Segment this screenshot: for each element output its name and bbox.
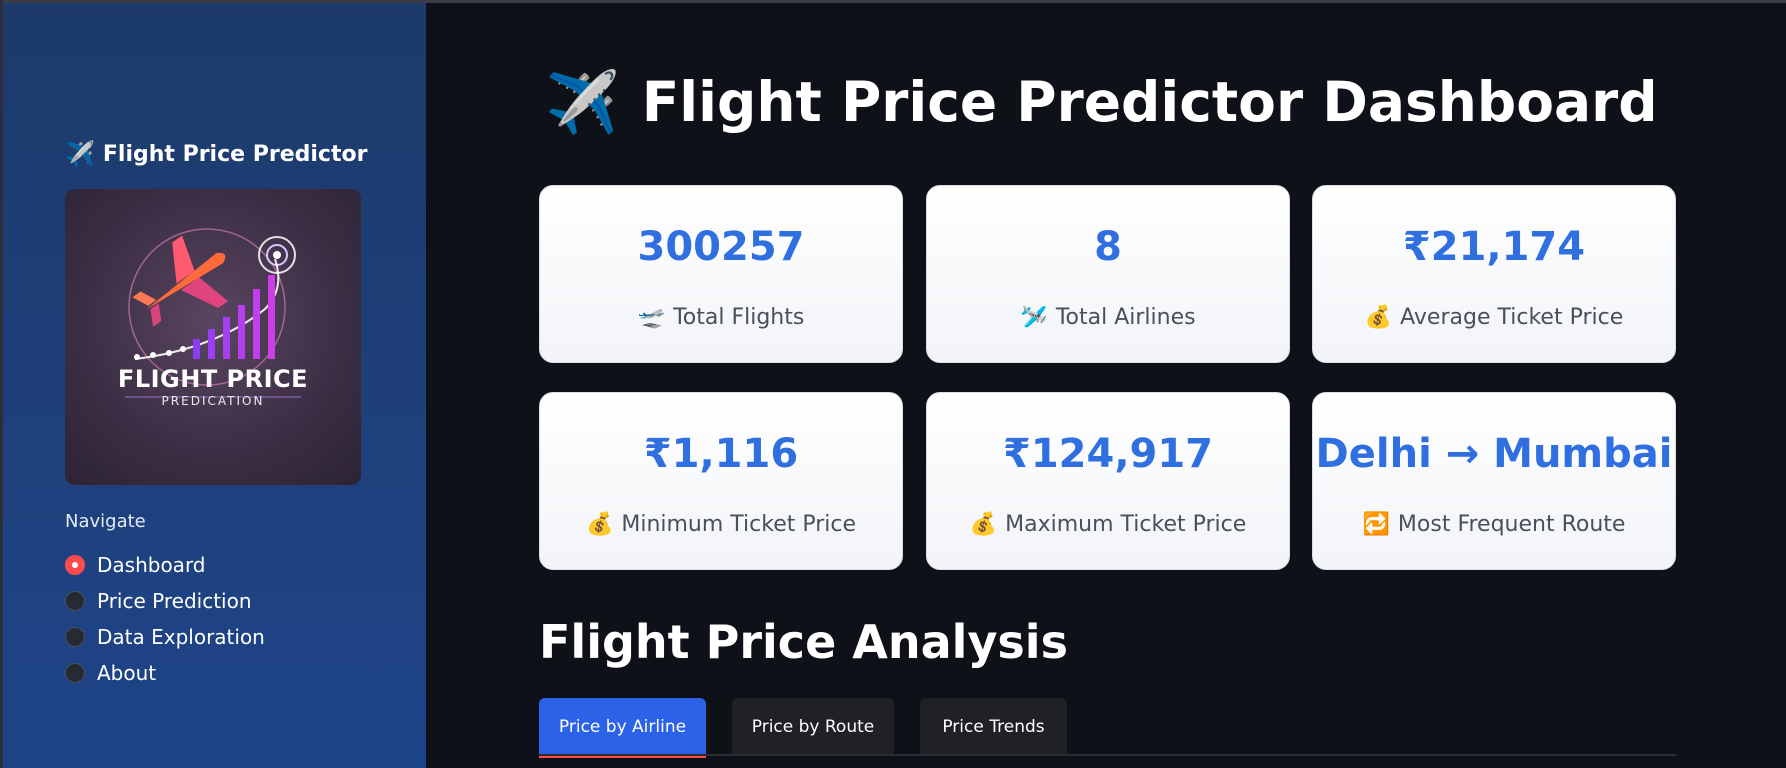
metric-label-text: Average Ticket Price [1400, 304, 1624, 330]
metric-card-maximum-price: ₹124,917 💰 Maximum Ticket Price [926, 392, 1290, 570]
page-title: ✈️ Flight Price Predictor Dashboard [545, 62, 1658, 142]
tab-divider [539, 754, 1676, 756]
metric-value: 300257 [637, 224, 805, 270]
metric-value: 8 [1094, 224, 1122, 270]
logo-title-text: FLIGHT PRICE [117, 365, 309, 393]
nav-item-price-prediction[interactable]: Price Prediction [65, 587, 252, 615]
metric-card-minimum-price: ₹1,116 💰 Minimum Ticket Price [539, 392, 903, 570]
money-bag-icon: 💰 [969, 511, 998, 537]
metric-label: 💰 Maximum Ticket Price [927, 509, 1289, 539]
metric-label-text: Minimum Ticket Price [621, 511, 857, 537]
nav-label: Navigate [65, 511, 146, 532]
radio-unselected-icon[interactable] [65, 591, 85, 611]
sidebar: ✈️ Flight Price Predictor FLIGHT PRICE P… [3, 3, 426, 768]
airplane-departure-icon: 🛫 [637, 304, 666, 330]
radio-unselected-icon[interactable] [65, 663, 85, 683]
repeat-icon: 🔁 [1362, 511, 1390, 537]
nav-item-about[interactable]: About [65, 659, 156, 687]
airplane-icon: ✈️ [545, 67, 620, 138]
small-airplane-icon: 🛩️ [1020, 304, 1048, 330]
metric-card-average-price: ₹21,174 💰 Average Ticket Price [1312, 185, 1676, 363]
nav-item-label: About [97, 661, 157, 685]
tab-price-by-airline[interactable]: Price by Airline [539, 698, 706, 758]
nav-item-dashboard[interactable]: Dashboard [65, 551, 206, 579]
nav-item-label: Data Exploration [97, 625, 265, 649]
sidebar-title-text: Flight Price Predictor [102, 141, 368, 167]
logo-subtitle-text: PREDICATION [161, 394, 265, 408]
metric-label: 💰 Minimum Ticket Price [540, 509, 902, 539]
tab-price-by-route[interactable]: Price by Route [732, 698, 894, 756]
metric-value: ₹1,116 [643, 431, 799, 477]
logo-graphic [125, 228, 301, 398]
radio-unselected-icon[interactable] [65, 627, 85, 647]
money-bag-icon: 💰 [1364, 304, 1393, 330]
metric-value: ₹21,174 [1402, 224, 1586, 270]
nav-item-data-exploration[interactable]: Data Exploration [65, 623, 265, 651]
metric-label-text: Total Flights [673, 304, 805, 330]
airplane-icon: ✈️ [65, 140, 95, 168]
nav-item-label: Price Prediction [97, 589, 252, 613]
metric-label-text: Most Frequent Route [1397, 511, 1626, 537]
metric-value: Delhi → Mumbai [1315, 431, 1673, 477]
nav-item-label: Dashboard [97, 553, 206, 577]
metric-value: ₹124,917 [1002, 431, 1214, 477]
metric-label: 🛫 Total Flights [540, 302, 902, 332]
radio-selected-icon[interactable] [65, 555, 85, 575]
metric-label-text: Total Airlines [1055, 304, 1196, 330]
metric-label: 🔁 Most Frequent Route [1313, 509, 1675, 539]
page-title-text: Flight Price Predictor Dashboard [641, 70, 1658, 134]
metric-label: 🛩️ Total Airlines [927, 302, 1289, 332]
metric-card-total-airlines: 8 🛩️ Total Airlines [926, 185, 1290, 363]
metric-card-frequent-route: Delhi → Mumbai 🔁 Most Frequent Route [1312, 392, 1676, 570]
money-bag-icon: 💰 [585, 511, 614, 537]
sidebar-title: ✈️ Flight Price Predictor [65, 136, 367, 172]
metric-label-text: Maximum Ticket Price [1005, 511, 1247, 537]
section-title: Flight Price Analysis [539, 615, 1068, 669]
tab-price-trends[interactable]: Price Trends [920, 698, 1067, 756]
metric-label: 💰 Average Ticket Price [1313, 302, 1675, 332]
app-logo-image: FLIGHT PRICE PREDICATION [65, 189, 361, 485]
metric-card-total-flights: 300257 🛫 Total Flights [539, 185, 903, 363]
